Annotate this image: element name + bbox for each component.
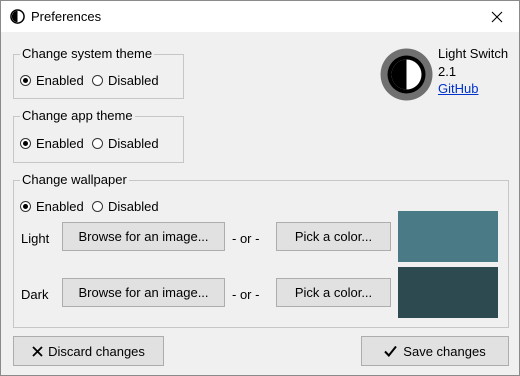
- dark-label: Dark: [21, 287, 49, 302]
- system-theme-group: Change system theme Enabled Disabled: [13, 46, 184, 99]
- radio-label: Enabled: [36, 136, 84, 151]
- dark-color-swatch[interactable]: [398, 267, 498, 318]
- light-label: Light: [21, 231, 50, 246]
- light-or-label: - or -: [232, 231, 260, 246]
- app-theme-group: Change app theme Enabled Disabled: [13, 108, 184, 163]
- radio-dot: [92, 75, 103, 86]
- radio-dot: [92, 201, 103, 212]
- dark-browse-button[interactable]: Browse for an image...: [62, 278, 225, 307]
- radio-label: Disabled: [108, 136, 159, 151]
- radio-dot: [92, 138, 103, 149]
- radio-dot: [20, 75, 31, 86]
- title-bar: Preferences: [1, 1, 519, 32]
- light-browse-button[interactable]: Browse for an image...: [62, 222, 225, 251]
- system-theme-enabled-radio[interactable]: Enabled: [20, 73, 84, 88]
- discard-changes-button[interactable]: Discard changes: [13, 336, 164, 366]
- app-theme-legend: Change app theme: [20, 108, 135, 124]
- radio-label: Disabled: [108, 199, 159, 214]
- system-theme-disabled-radio[interactable]: Disabled: [92, 73, 159, 88]
- radio-label: Disabled: [108, 73, 159, 88]
- close-icon: [491, 11, 503, 22]
- wallpaper-disabled-radio[interactable]: Disabled: [92, 199, 159, 214]
- app-version: 2.1: [438, 64, 457, 79]
- preferences-window: Preferences Change system theme Enabled …: [0, 0, 520, 376]
- close-button[interactable]: [475, 1, 519, 32]
- radio-dot: [20, 138, 31, 149]
- radio-label: Enabled: [36, 199, 84, 214]
- wallpaper-legend: Change wallpaper: [20, 172, 129, 188]
- system-theme-legend: Change system theme: [20, 46, 155, 62]
- save-changes-button[interactable]: Save changes: [361, 336, 509, 366]
- window-title: Preferences: [31, 9, 102, 24]
- wallpaper-enabled-radio[interactable]: Enabled: [20, 199, 84, 214]
- light-color-swatch[interactable]: [398, 211, 498, 262]
- app-name: Light Switch: [438, 46, 509, 61]
- app-theme-enabled-radio[interactable]: Enabled: [20, 136, 84, 151]
- app-logo: [380, 48, 433, 101]
- light-pick-color-button[interactable]: Pick a color...: [276, 222, 391, 251]
- github-link[interactable]: GitHub: [438, 81, 478, 96]
- radio-label: Enabled: [36, 73, 84, 88]
- dark-pick-color-button[interactable]: Pick a color...: [276, 278, 391, 307]
- dark-or-label: - or -: [232, 287, 260, 302]
- save-changes-label: Save changes: [403, 343, 486, 359]
- checkmark-icon: [384, 345, 398, 357]
- x-mark-icon: [32, 345, 43, 357]
- app-theme-disabled-radio[interactable]: Disabled: [92, 136, 159, 151]
- light-switch-icon: [10, 9, 25, 24]
- discard-changes-label: Discard changes: [48, 343, 145, 359]
- radio-dot: [20, 201, 31, 212]
